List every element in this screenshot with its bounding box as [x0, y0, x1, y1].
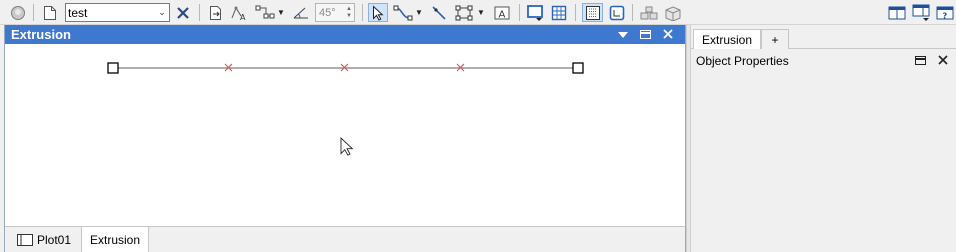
extrusion-dock: Extrusion Plot01 Extrusion [4, 25, 686, 252]
rectangle-dropdown-icon[interactable]: ▼ [477, 3, 485, 22]
text-box-icon[interactable]: A [491, 3, 513, 22]
node-path-dropdown-icon[interactable]: ▼ [277, 3, 285, 22]
toolbar-separator [33, 4, 34, 21]
toolbar-separator [362, 4, 363, 21]
frame-icon[interactable] [606, 3, 627, 22]
section-title: Object Properties [696, 54, 789, 68]
spin-arrows-icon[interactable]: ▲ ▼ [344, 6, 354, 20]
node-path-icon[interactable] [254, 3, 276, 22]
properties-panel: Extrusion + Object Properties [691, 25, 956, 252]
tab-plot01[interactable]: Plot01 [9, 227, 79, 252]
shape-dropdown-icon[interactable] [525, 3, 547, 22]
connect-line-icon[interactable] [392, 3, 414, 22]
project-combobox[interactable]: test ⌄ [65, 3, 170, 22]
mouse-cursor-icon [340, 136, 354, 156]
line-handle-end[interactable] [572, 62, 584, 74]
layout-panels-icon[interactable] [886, 3, 908, 22]
tab-label: Extrusion [701, 33, 753, 47]
polyline-text-icon[interactable]: A [229, 3, 249, 22]
close-icon[interactable] [663, 27, 673, 42]
window-icon [17, 233, 33, 246]
svg-text:?: ? [943, 11, 948, 20]
rectangle-select-icon[interactable] [453, 3, 475, 22]
drawing-canvas[interactable] [5, 44, 685, 226]
close-icon[interactable] [938, 54, 948, 68]
dock-menu-icon[interactable] [618, 27, 628, 42]
dock-title-bar[interactable]: Extrusion [5, 25, 685, 44]
snap-grid-icon[interactable] [582, 3, 603, 22]
angle-value: 45° [319, 6, 336, 19]
connect-line-dropdown-icon[interactable]: ▼ [415, 3, 423, 22]
pointer-select-icon[interactable] [368, 3, 388, 22]
angle-icon[interactable] [291, 3, 311, 22]
document-export-icon[interactable] [206, 3, 226, 22]
add-tab-button[interactable]: + [761, 29, 789, 49]
tab-label: Extrusion [90, 232, 141, 247]
add-tab-label: + [771, 32, 779, 47]
project-combobox-value: test [68, 5, 88, 20]
package-icon[interactable] [663, 3, 683, 22]
svg-text:A: A [499, 9, 506, 20]
grid-view-icon[interactable] [549, 3, 569, 22]
float-icon[interactable] [915, 54, 926, 68]
bottom-tab-bar: Plot01 Extrusion [5, 226, 685, 252]
delete-icon[interactable] [173, 3, 193, 22]
object-properties-header: Object Properties [691, 49, 956, 73]
svg-text:A: A [240, 13, 246, 21]
layout-panel-down-icon[interactable] [911, 3, 933, 22]
new-document-icon[interactable] [40, 3, 60, 22]
dock-title: Extrusion [11, 27, 71, 42]
tab-label: Plot01 [37, 232, 72, 247]
angle-spinbox[interactable]: 45° ▲ ▼ [315, 3, 355, 22]
toolbar-separator [575, 4, 576, 21]
open-circle-icon[interactable] [8, 3, 28, 22]
line-handle-start[interactable] [107, 62, 119, 74]
right-tab-bar: Extrusion + [691, 25, 956, 50]
main-toolbar: test ⌄ A ▼ 45° ▲ ▼ ▼ ▼ A ? [0, 0, 956, 25]
cut-line-icon[interactable] [429, 3, 449, 22]
toolbar-separator [632, 4, 633, 21]
dock-float-icon[interactable] [640, 27, 651, 42]
toolbar-separator [519, 4, 520, 21]
help-icon[interactable]: ? [935, 3, 955, 22]
tab-extrusion-properties[interactable]: Extrusion [693, 29, 761, 50]
chevron-down-icon[interactable]: ⌄ [155, 7, 169, 18]
toolbar-separator [199, 4, 200, 21]
stacked-blocks-icon[interactable] [639, 3, 659, 22]
app-window: test ⌄ A ▼ 45° ▲ ▼ ▼ ▼ A ? Extrusion Plo… [0, 0, 956, 252]
tab-extrusion[interactable]: Extrusion [81, 227, 150, 252]
